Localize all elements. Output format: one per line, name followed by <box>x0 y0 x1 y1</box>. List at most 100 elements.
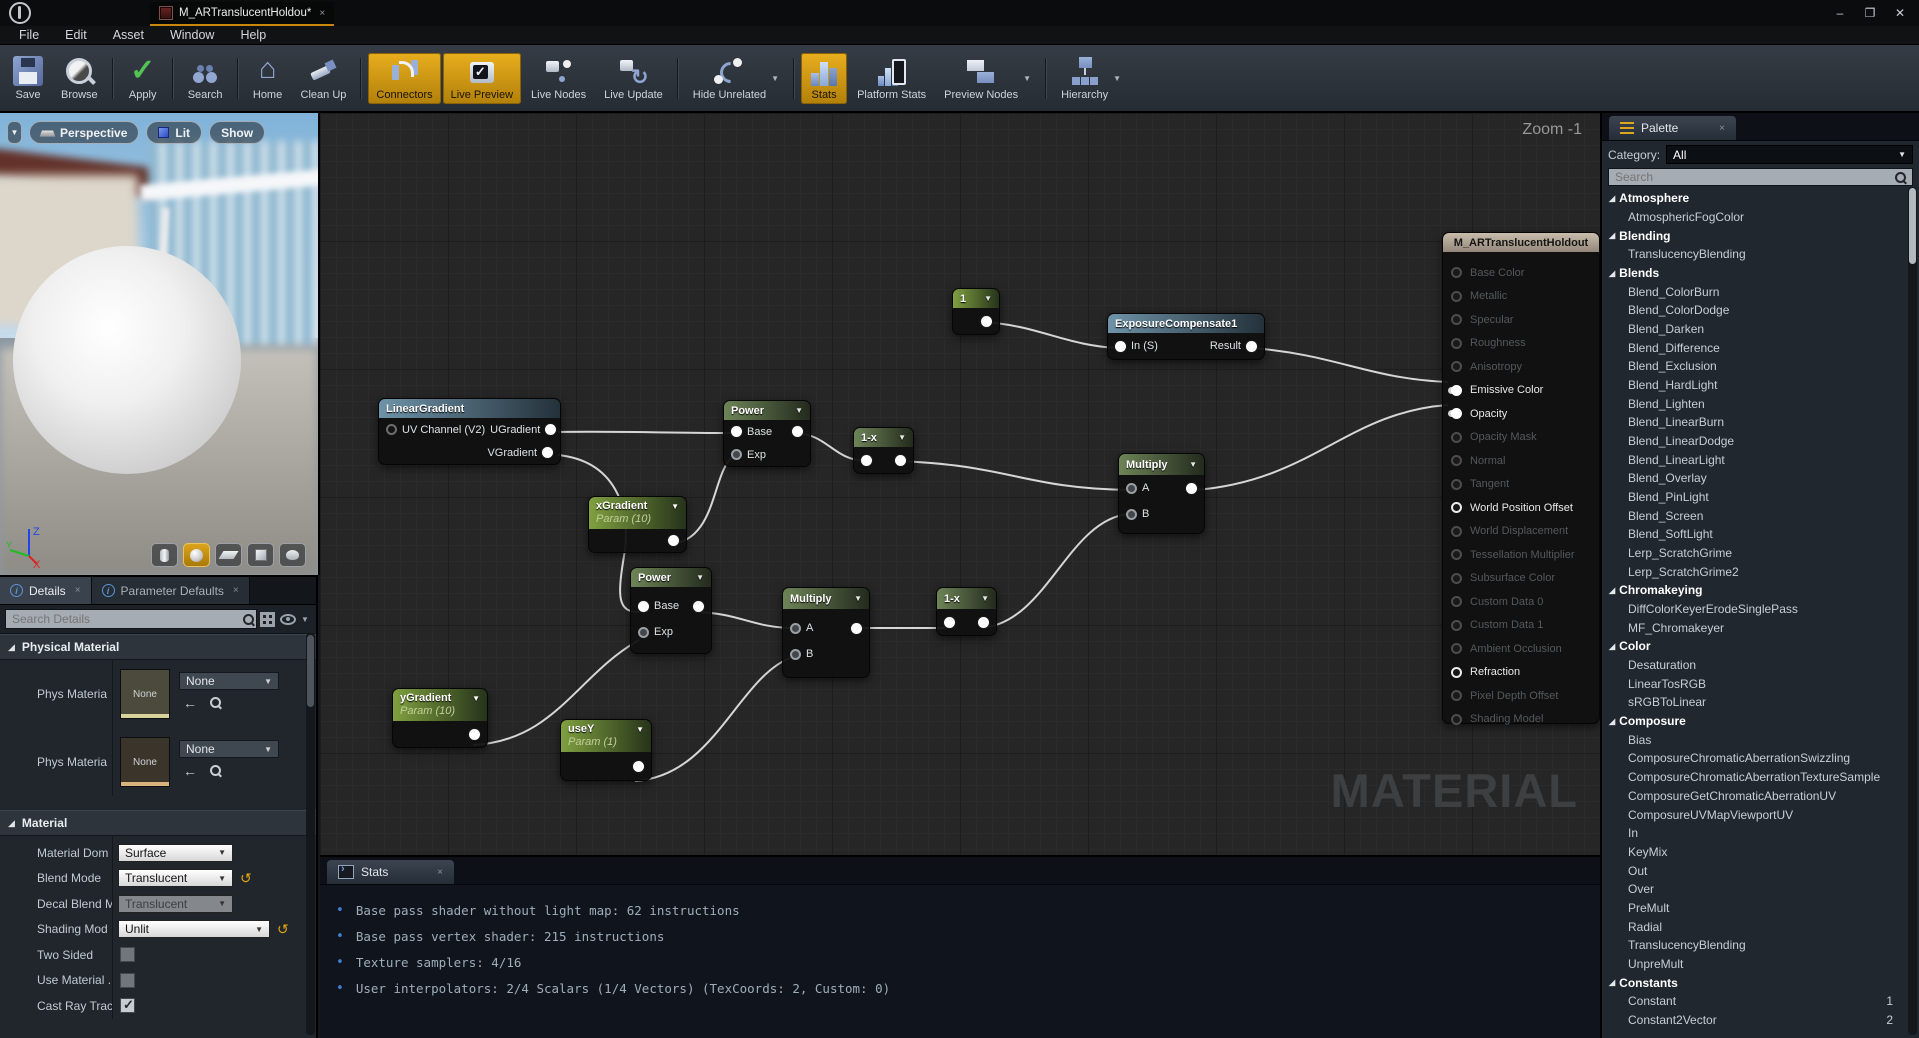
palette-item[interactable]: Blend_LinearLight <box>1602 450 1919 469</box>
node-multiply-right[interactable]: Multiply▼ A B <box>1118 453 1205 534</box>
search-details-input[interactable] <box>5 609 257 629</box>
section-physical-material[interactable]: ◢ Physical Material <box>0 634 316 660</box>
palette-item[interactable]: AtmosphericFogColor <box>1602 208 1919 227</box>
viewport-options-dropdown[interactable]: ▼ <box>7 121 22 144</box>
material-output-pin[interactable]: Tessellation Multiplier <box>1443 543 1599 567</box>
input-pin[interactable] <box>731 426 742 437</box>
chevron-down-icon[interactable]: ▼ <box>848 594 862 603</box>
palette-item[interactable]: Chromakeying <box>1602 581 1919 600</box>
reset-to-default-icon[interactable]: ↺ <box>240 871 252 885</box>
menu-item[interactable]: Edit <box>52 26 100 45</box>
palette-item[interactable]: Out <box>1602 861 1919 880</box>
palette-item[interactable]: Blending <box>1602 226 1919 245</box>
output-pin[interactable] <box>693 601 704 612</box>
show-button[interactable]: Show <box>209 121 265 144</box>
material-thumbnail[interactable]: None <box>120 669 170 719</box>
close-button[interactable]: ✕ <box>1885 1 1915 25</box>
output-pin[interactable] <box>895 455 906 466</box>
palette-item[interactable]: Constants <box>1602 973 1919 992</box>
palette-item[interactable]: Atmosphere <box>1602 189 1919 208</box>
visibility-filter-icon[interactable] <box>280 614 296 625</box>
material-output-pin[interactable]: Pixel Depth Offset <box>1443 684 1599 708</box>
menu-item[interactable]: File <box>6 26 52 45</box>
preview-viewport[interactable]: ▼ Perspective Lit Show Z Y X <box>0 113 320 575</box>
palette-item[interactable]: ComposureGetChromaticAberrationUV <box>1602 787 1919 806</box>
tab-parameter-defaults[interactable]: i Parameter Defaults × <box>92 577 250 604</box>
use-selected-asset-icon[interactable]: ← <box>183 697 197 709</box>
node-linear-gradient[interactable]: LinearGradient UV Channel (V2) UGradient… <box>378 398 561 465</box>
node-exposure-compensate[interactable]: ExposureCompensate1 In (S) Result <box>1107 313 1265 360</box>
palette-item[interactable]: UnpreMult <box>1602 955 1919 974</box>
palette-item[interactable]: Blend_SoftLight <box>1602 525 1919 544</box>
output-pin[interactable] <box>633 761 644 772</box>
preview-shape-button[interactable] <box>247 543 274 567</box>
two-sided-checkbox[interactable] <box>120 947 135 962</box>
preview-shape-button[interactable] <box>279 543 306 567</box>
output-pin[interactable] <box>851 623 862 634</box>
input-pin[interactable] <box>1115 341 1126 352</box>
shading-model-select[interactable]: Unlit▼ <box>118 920 270 938</box>
chevron-down-icon[interactable]: ▼ <box>690 573 704 582</box>
input-pin[interactable] <box>790 649 801 660</box>
node-power-1[interactable]: Power▼ Base Exp <box>723 400 811 467</box>
palette-item[interactable]: Blend_LinearDodge <box>1602 432 1919 451</box>
palette-item[interactable]: Desaturation <box>1602 656 1919 675</box>
material-output-pin[interactable]: World Position Offset <box>1443 496 1599 520</box>
palette-item[interactable]: TranslucencyBlending <box>1602 936 1919 955</box>
browse-to-asset-icon[interactable] <box>209 764 222 777</box>
material-output-pin[interactable]: Custom Data 1 <box>1443 614 1599 638</box>
output-pin[interactable] <box>1246 341 1257 352</box>
material-output-pin[interactable]: Opacity <box>1443 402 1599 426</box>
browse-button[interactable]: Browse ▼ <box>53 53 106 104</box>
material-output-pin[interactable]: Ambient Occlusion <box>1443 637 1599 661</box>
material-output-pin[interactable]: Roughness <box>1443 332 1599 356</box>
menu-item[interactable]: Window <box>157 26 227 45</box>
chevron-down-icon[interactable]: ▼ <box>1183 460 1197 469</box>
palette-item[interactable]: KeyMix <box>1602 843 1919 862</box>
node-one-minus-1[interactable]: 1-x▼ <box>853 427 914 474</box>
chevron-down-icon[interactable]: ▼ <box>464 694 480 703</box>
palette-item[interactable]: Blend_LinearBurn <box>1602 413 1919 432</box>
input-pin[interactable] <box>790 623 801 634</box>
menu-item[interactable]: Help <box>227 26 279 45</box>
maximize-button[interactable]: ❐ <box>1855 1 1885 25</box>
chevron-down-icon[interactable]: ▼ <box>771 74 779 83</box>
palette-item[interactable]: Blend_ColorDodge <box>1602 301 1919 320</box>
platform-stats-button[interactable]: Platform Stats ▼ <box>849 53 934 104</box>
chevron-down-icon[interactable]: ▼ <box>892 433 906 442</box>
material-domain-select[interactable]: Surface▼ <box>118 844 233 862</box>
palette-item[interactable]: ComposureUVMapViewportUV <box>1602 805 1919 824</box>
browse-to-asset-icon[interactable] <box>209 696 222 709</box>
palette-item[interactable]: Composure <box>1602 712 1919 731</box>
home-button[interactable]: Home ▼ <box>245 53 291 104</box>
minimize-button[interactable]: – <box>1825 1 1855 25</box>
material-output-pin[interactable]: Metallic <box>1443 285 1599 309</box>
node-xgradient-param[interactable]: xGradient▼ Param (10) <box>588 496 687 553</box>
node-constant-1[interactable]: 1▼ <box>952 288 1000 335</box>
asset-tab-close-icon[interactable]: × <box>319 8 325 19</box>
menu-item[interactable]: Asset <box>100 26 157 45</box>
material-output-pin[interactable]: Emissive Color <box>1443 379 1599 403</box>
chevron-down-icon[interactable]: ▼ <box>789 406 803 415</box>
palette-item[interactable]: ComposureChromaticAberrationSwizzling <box>1602 749 1919 768</box>
live-preview-button[interactable]: Live Preview ▼ <box>443 53 521 104</box>
use-material-checkbox[interactable] <box>120 973 135 988</box>
input-pin[interactable] <box>638 627 649 638</box>
palette-item[interactable]: Blend_Screen <box>1602 506 1919 525</box>
apply-button[interactable]: Apply ▼ <box>120 53 166 104</box>
tab-close-icon[interactable]: × <box>75 585 81 596</box>
preview-nodes-button[interactable]: Preview Nodes ▼ <box>936 53 1039 104</box>
output-pin[interactable] <box>1186 483 1197 494</box>
reset-to-default-icon[interactable]: ↺ <box>277 922 289 936</box>
chevron-down-icon[interactable]: ▼ <box>1113 74 1121 83</box>
node-usey-param[interactable]: useY▼ Param (1) <box>560 719 652 781</box>
grid-view-icon[interactable] <box>260 612 275 627</box>
save-button[interactable]: Save ▼ <box>5 53 51 104</box>
material-output-pin[interactable]: Subsurface Color <box>1443 567 1599 591</box>
connectors-button[interactable]: Connectors ▼ <box>368 53 440 104</box>
tab-close-icon[interactable]: × <box>233 585 239 596</box>
palette-item[interactable]: Blends <box>1602 264 1919 283</box>
preview-shape-button[interactable] <box>183 543 210 567</box>
palette-item[interactable]: TranslucencyBlending <box>1602 245 1919 264</box>
node-material-output[interactable]: M_ARTranslucentHoldout Base Color Metall… <box>1442 232 1600 724</box>
